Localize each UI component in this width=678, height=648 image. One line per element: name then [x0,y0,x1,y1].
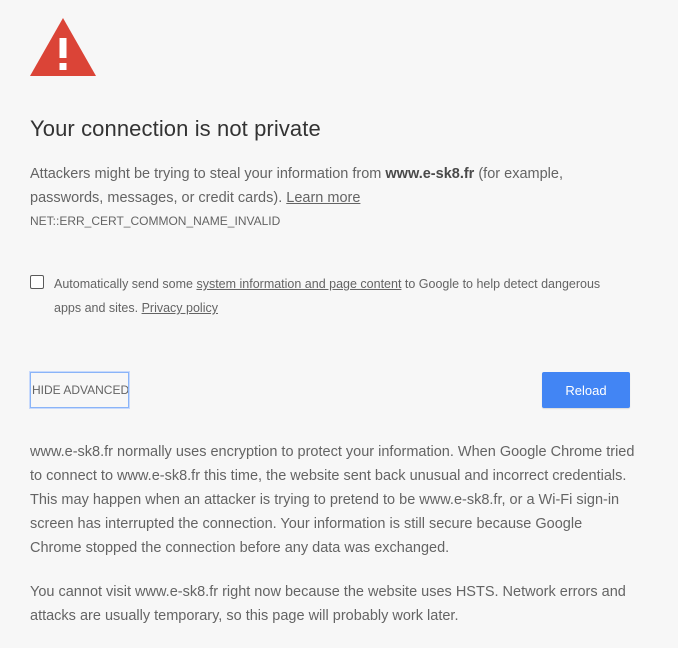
reload-button[interactable]: Reload [542,372,630,408]
interstitial-page: Your connection is not private Attackers… [0,0,678,648]
explanation-prefix: Attackers might be trying to steal your … [30,166,386,182]
extended-reporting-option: Automatically send some system informati… [30,272,630,320]
privacy-policy-link[interactable]: Privacy policy [142,301,218,315]
page-title: Your connection is not private [30,116,321,141]
learn-more-link[interactable]: Learn more [286,190,360,206]
details-paragraph-2: You cannot visit www.e-sk8.fr right now … [30,584,626,624]
reporting-prefix: Automatically send some [54,277,197,291]
warning-triangle-icon [30,18,96,76]
details-paragraph-1: www.e-sk8.fr normally uses encryption to… [30,444,635,556]
advanced-details: www.e-sk8.fr normally uses encryption to… [30,440,636,648]
error-code: NET::ERR_CERT_COMMON_NAME_INVALID [30,214,281,228]
main-message: Attackers might be trying to steal your … [30,162,630,210]
system-info-link[interactable]: system information and page content [196,277,401,291]
extended-reporting-label: Automatically send some system informati… [54,272,630,320]
host-name: www.e-sk8.fr [385,166,475,182]
hide-advanced-button[interactable]: HIDE ADVANCED [29,371,130,409]
extended-reporting-checkbox[interactable] [30,275,44,289]
